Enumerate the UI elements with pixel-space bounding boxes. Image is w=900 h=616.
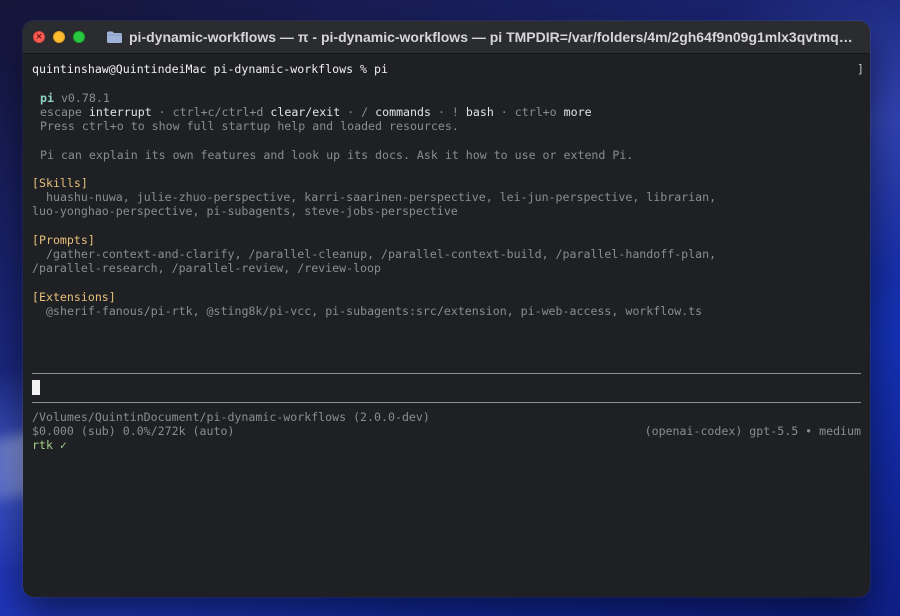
minimize-button[interactable]: [53, 31, 65, 43]
shortcut-key: /: [361, 105, 369, 119]
footer-path: /Volumes/QuintinDocument/pi-dynamic-work…: [32, 410, 430, 424]
window-controls: ×: [33, 31, 85, 43]
rtk-status: rtk ✓: [32, 438, 67, 452]
window-title-area: pi-dynamic-workflows — π - pi-dynamic-wo…: [107, 21, 856, 53]
prompts-heading: [Prompts]: [32, 233, 95, 247]
terminal-content[interactable]: quintinshaw@QuintindeiMac pi-dynamic-wor…: [23, 53, 870, 597]
folder-icon: [107, 31, 122, 43]
shortcut-label: bash: [465, 105, 494, 119]
zoom-button[interactable]: [73, 31, 85, 43]
skills-line: luo-yonghao-perspective, pi-subagents, s…: [32, 204, 458, 218]
shortcut-key: escape: [40, 105, 82, 119]
shortcut-key: ctrl+o: [514, 105, 557, 119]
shortcut-key: ctrl+c/ctrl+d: [172, 105, 264, 119]
pi-version: v0.78.1: [60, 91, 110, 105]
extensions-line: @sherif-fanous/pi-rtk, @sting8k/pi-vcc, …: [46, 304, 703, 318]
shortcut-key: !: [451, 105, 459, 119]
terminal-window: × pi-dynamic-workflows — π - pi-dynamic-…: [23, 21, 870, 597]
shortcut-hints: escape interrupt · ctrl+c/ctrl+d clear/e…: [40, 105, 592, 119]
skills-heading: [Skills]: [32, 176, 88, 190]
shell-prompt: quintinshaw@QuintindeiMac pi-dynamic-wor…: [32, 62, 388, 76]
extensions-heading: [Extensions]: [32, 290, 116, 304]
close-icon: ×: [35, 32, 43, 42]
input-bottom-border: [32, 402, 861, 403]
prompts-line: /parallel-research, /parallel-review, /r…: [32, 261, 382, 275]
close-button[interactable]: ×: [33, 31, 45, 43]
footer-model: (openai-codex) gpt-5.5 • medium: [644, 424, 861, 438]
shortcut-label: interrupt: [88, 105, 152, 119]
title-bar: × pi-dynamic-workflows — π - pi-dynamic-…: [23, 21, 870, 54]
window-title: pi-dynamic-workflows — π - pi-dynamic-wo…: [129, 29, 856, 45]
startup-hint: Press ctrl+o to show full startup help a…: [40, 119, 459, 133]
pi-header: pi v0.78.1: [40, 91, 110, 105]
input-top-border: [32, 373, 861, 374]
intro-text: Pi can explain its own features and look…: [40, 148, 634, 162]
pi-name: pi: [40, 91, 54, 105]
shortcut-label: commands: [375, 105, 431, 119]
shortcut-label: more: [563, 105, 592, 119]
footer-usage: $0.000 (sub) 0.0%/272k (auto): [32, 424, 235, 438]
input-cursor[interactable]: [32, 380, 40, 395]
shortcut-label: clear/exit: [270, 105, 341, 119]
scroll-bracket: ]: [857, 62, 864, 76]
skills-line: huashu-nuwa, julie-zhuo-perspective, kar…: [46, 190, 717, 204]
prompts-line: /gather-context-and-clarify, /parallel-c…: [46, 247, 717, 261]
